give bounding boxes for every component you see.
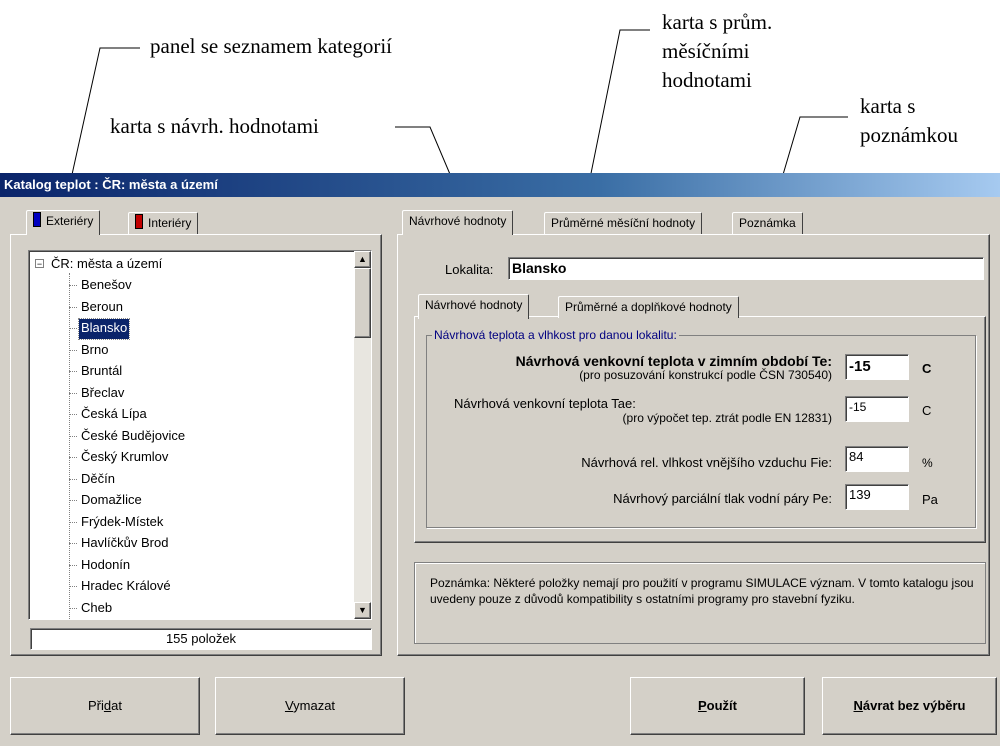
tree-connector bbox=[69, 349, 77, 351]
tree-connector bbox=[69, 435, 77, 437]
tree-item[interactable]: Brno bbox=[79, 341, 110, 361]
scroll-down-button[interactable]: ▼ bbox=[354, 602, 371, 619]
tab-inner-design[interactable]: Návrhové hodnoty bbox=[418, 294, 530, 319]
tae-field[interactable]: -15 bbox=[845, 396, 909, 422]
delete-button[interactable]: Vymazat bbox=[215, 677, 405, 735]
window-title: Katalog teplot : ČR: města a území bbox=[0, 173, 1000, 197]
locality-field[interactable]: Blansko bbox=[508, 257, 984, 280]
te-label: Návrhová venkovní teplota v zimním obdob… bbox=[515, 353, 832, 369]
tree-scrollbar[interactable]: ▲ ▼ bbox=[354, 251, 371, 619]
tab-exteriors-label: Exteriéry bbox=[46, 214, 94, 228]
pe-unit: Pa bbox=[922, 492, 938, 507]
pe-field[interactable]: 139 bbox=[845, 484, 909, 510]
tree-item[interactable]: Česká Lípa bbox=[79, 405, 149, 425]
tree-item[interactable]: Blansko bbox=[77, 318, 131, 340]
tae-unit: C bbox=[922, 403, 932, 418]
locality-label: Lokalita: bbox=[445, 262, 494, 277]
tree-item[interactable]: Hradec Králové bbox=[79, 577, 173, 597]
category-tree[interactable]: − ČR: města a území Benešov Beroun Blansko… bbox=[28, 250, 372, 620]
tab-interiors[interactable]: Interiéry bbox=[128, 212, 199, 234]
add-button[interactable]: Přidat bbox=[10, 677, 200, 735]
tab-design-values[interactable]: Návrhové hodnoty bbox=[402, 210, 514, 235]
tree-item[interactable]: Havlíčkův Brod bbox=[79, 534, 170, 554]
tree-item[interactable]: Děčín bbox=[79, 470, 117, 490]
tree-connector bbox=[69, 586, 77, 587]
tree-connector bbox=[69, 543, 77, 544]
back-without-selection-button[interactable]: Návrat bez výběru bbox=[822, 677, 997, 735]
item-count: 155 položek bbox=[30, 628, 372, 650]
fie-field[interactable]: 84 bbox=[845, 446, 909, 472]
tree-item[interactable]: Benešov bbox=[79, 276, 134, 296]
tree-connector bbox=[69, 414, 77, 415]
tree-connector bbox=[69, 564, 77, 566]
tree-item[interactable]: Domažlice bbox=[79, 491, 144, 511]
scroll-thumb[interactable] bbox=[354, 268, 371, 338]
tree-connector bbox=[69, 500, 77, 501]
tree-connector bbox=[69, 457, 77, 458]
tree-connector bbox=[69, 328, 77, 329]
tab-inner-average[interactable]: Průměrné a doplňkové hodnoty bbox=[558, 296, 739, 318]
tree-item[interactable]: Český Krumlov bbox=[79, 448, 170, 468]
tree-connector bbox=[69, 371, 77, 372]
tab-interiors-label: Interiéry bbox=[148, 216, 192, 230]
tree-connector bbox=[69, 306, 77, 308]
group-title: Návrhová teplota a vlhkost pro danou lok… bbox=[432, 328, 679, 342]
tab-note[interactable]: Poznámka bbox=[732, 212, 803, 234]
thermometer-blue-icon bbox=[33, 212, 41, 227]
tree-connector bbox=[69, 478, 77, 480]
note-text: Poznámka: Některé položky nemají pro pou… bbox=[430, 576, 974, 606]
tree-connector bbox=[69, 607, 77, 609]
tab-monthly-values[interactable]: Průměrné měsíční hodnoty bbox=[544, 212, 703, 234]
tree-item[interactable]: Břeclav bbox=[79, 384, 126, 404]
tree-expand-icon[interactable]: − bbox=[35, 259, 44, 269]
te-unit: C bbox=[922, 361, 932, 376]
tree-item[interactable]: Cheb bbox=[79, 599, 114, 619]
tree-connector bbox=[69, 521, 77, 523]
pe-label: Návrhový parciální tlak vodní páry Pe: bbox=[613, 491, 832, 506]
tae-label: Návrhová venkovní teplota Tae: bbox=[454, 396, 636, 411]
tree-item[interactable]: Beroun bbox=[79, 298, 125, 318]
fie-label: Návrhová rel. vlhkost vnějšího vzduchu F… bbox=[581, 455, 832, 470]
scroll-up-button[interactable]: ▲ bbox=[354, 251, 371, 268]
tree-root[interactable]: ČR: města a území bbox=[51, 255, 162, 273]
thermometer-red-icon bbox=[135, 214, 143, 229]
fie-unit: % bbox=[922, 456, 933, 470]
tree-item[interactable]: České Budějovice bbox=[79, 427, 187, 447]
use-button[interactable]: Použít bbox=[630, 677, 805, 735]
tree-item[interactable]: Bruntál bbox=[79, 362, 124, 382]
tae-sub: (pro výpočet tep. ztrát podle EN 12831) bbox=[622, 411, 832, 425]
tab-exteriors[interactable]: Exteriéry bbox=[26, 210, 101, 235]
tree-item[interactable]: Frýdek-Místek bbox=[79, 513, 165, 533]
tree-item[interactable]: Hodonín bbox=[79, 556, 132, 576]
te-field[interactable]: -15 bbox=[845, 354, 909, 380]
tree-connector bbox=[69, 285, 77, 286]
tree-guide-line bbox=[69, 273, 70, 619]
tree-connector bbox=[69, 392, 77, 394]
te-sub: (pro posuzování konstrukcí podle ČSN 730… bbox=[579, 368, 832, 382]
